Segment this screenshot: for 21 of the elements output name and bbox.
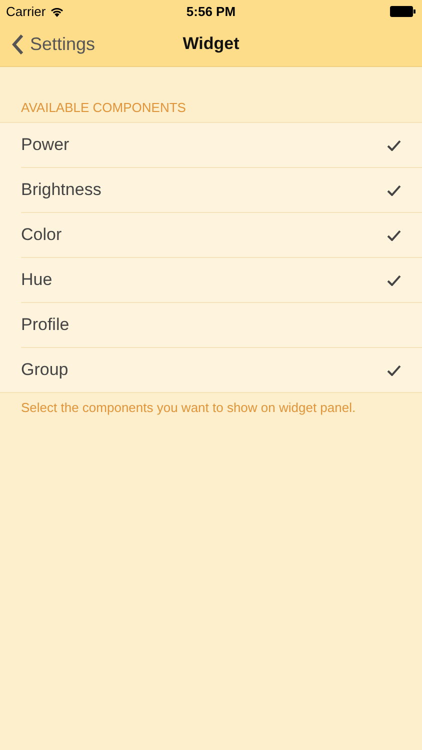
component-label: Hue [21, 270, 52, 290]
component-row[interactable]: Profile [21, 302, 422, 347]
component-row[interactable]: Color [21, 212, 422, 257]
back-chevron-icon [12, 34, 24, 54]
component-label: Power [21, 135, 70, 155]
component-label: Brightness [21, 180, 102, 200]
nav-title: Widget [182, 34, 240, 54]
component-row[interactable]: Power [21, 123, 422, 167]
component-row[interactable]: Group [21, 347, 422, 392]
back-button[interactable]: Settings [0, 34, 96, 54]
wifi-icon [50, 6, 64, 16]
component-label: Profile [21, 315, 70, 335]
battery-icon [390, 6, 416, 16]
component-label: Group [21, 360, 68, 380]
section-header: AVAILABLE COMPONENTS [20, 99, 187, 117]
component-row[interactable]: Hue [21, 257, 422, 302]
component-row[interactable]: Brightness [21, 167, 422, 212]
carrier-name: Carrier [6, 4, 46, 18]
status-time: 5:56 PM [186, 4, 236, 18]
component-label: Color [21, 225, 62, 245]
section-footer: Select the components you want to show on widget panel. [0, 393, 422, 422]
